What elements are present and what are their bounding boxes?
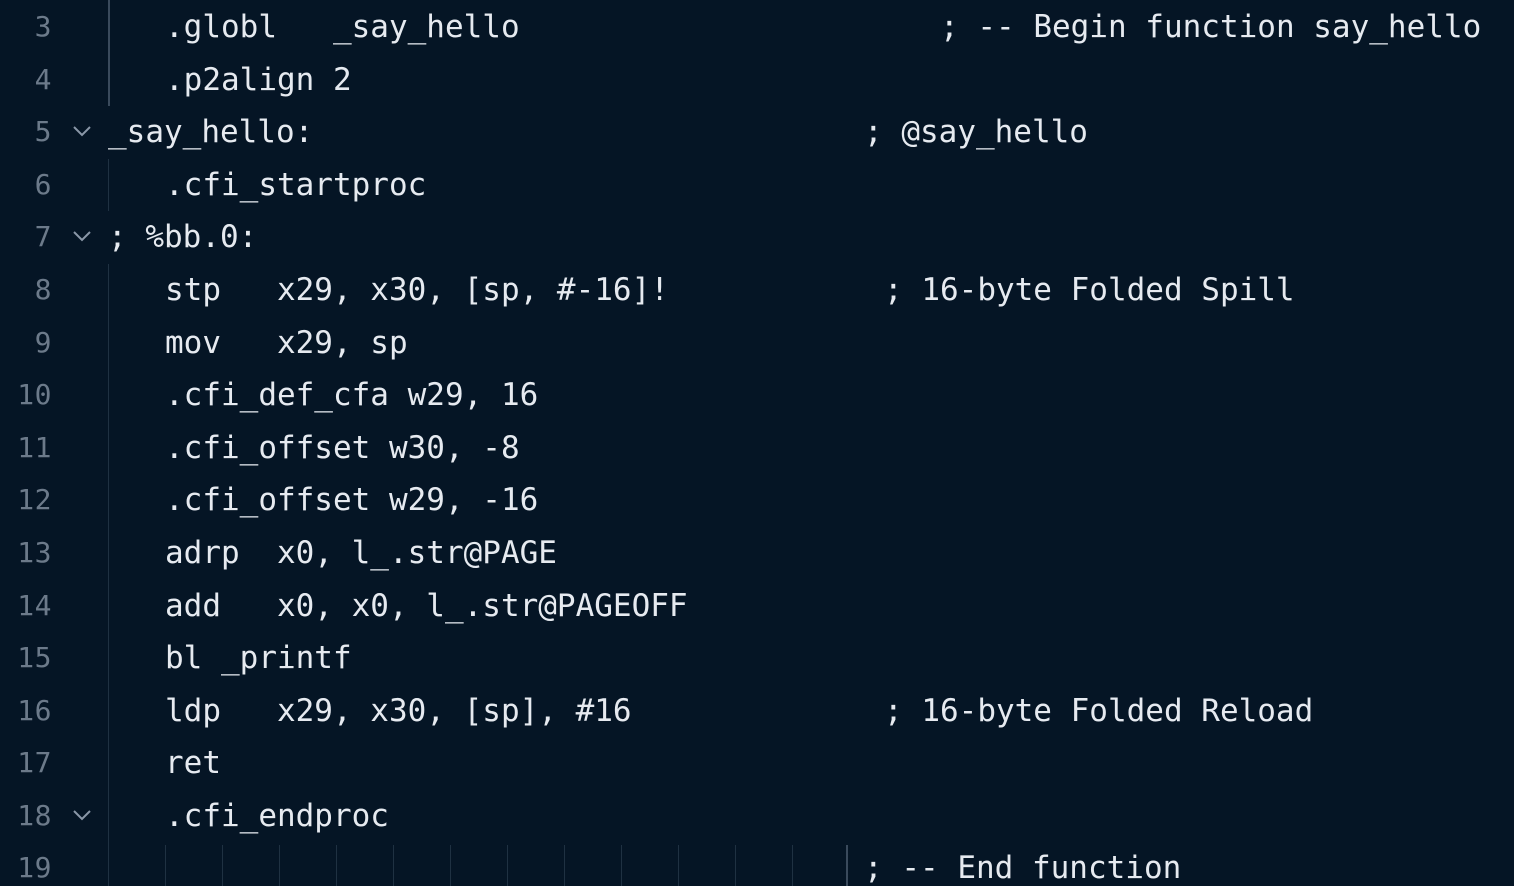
line-number: 17 bbox=[17, 746, 52, 779]
code-text: .cfi_endproc bbox=[165, 798, 389, 834]
code-text: .cfi_def_cfa w29, 16 bbox=[165, 377, 539, 413]
code-line[interactable]: 7 ; %bb.0: bbox=[0, 211, 1514, 263]
line-number: 6 bbox=[34, 168, 52, 201]
indent-guide bbox=[450, 845, 451, 886]
code-text: .p2align 2 bbox=[165, 62, 352, 98]
chevron-down-icon[interactable] bbox=[72, 229, 91, 243]
indent-guide bbox=[564, 845, 565, 886]
indent-guide bbox=[846, 845, 848, 886]
line-number: 5 bbox=[34, 115, 52, 148]
code-text: bl _printf bbox=[165, 640, 352, 676]
indent-guide bbox=[108, 0, 110, 106]
line-number: 19 bbox=[17, 851, 52, 884]
indent-guide bbox=[678, 845, 679, 886]
line-number: 11 bbox=[17, 431, 52, 464]
code-text: .cfi_startproc bbox=[165, 167, 427, 203]
code-line[interactable]: 6 .cfi_startproc bbox=[0, 159, 1514, 211]
indent-guide bbox=[621, 845, 622, 886]
code-line[interactable]: 18 .cfi_endproc bbox=[0, 790, 1514, 842]
indent-guide bbox=[108, 264, 109, 886]
line-number: 4 bbox=[34, 63, 52, 96]
indent-guide bbox=[507, 845, 508, 886]
line-number: 14 bbox=[17, 589, 52, 622]
code-editor[interactable]: 3 .globl _say_hello ; -- Begin function … bbox=[0, 0, 1514, 886]
code-text: ret bbox=[165, 745, 221, 781]
code-line[interactable]: 10 .cfi_def_cfa w29, 16 bbox=[0, 369, 1514, 421]
code-line[interactable]: 13 adrp x0, l_.str@PAGE bbox=[0, 527, 1514, 579]
indent-guide bbox=[108, 159, 109, 211]
indent-guide bbox=[222, 845, 223, 886]
chevron-down-icon[interactable] bbox=[72, 808, 91, 822]
indent-guide bbox=[279, 845, 280, 886]
code-comment: ; 16-byte Folded Reload bbox=[884, 693, 1314, 729]
code-text: mov x29, sp bbox=[165, 325, 408, 361]
code-text: ldp x29, x30, [sp], #16 bbox=[165, 693, 632, 729]
indent-guide bbox=[735, 845, 736, 886]
code-text: ; %bb.0: bbox=[108, 219, 258, 255]
line-number: 16 bbox=[17, 694, 52, 727]
line-number: 18 bbox=[17, 799, 52, 832]
code-comment: ; -- Begin function say_hello bbox=[940, 9, 1482, 45]
code-text: stp x29, x30, [sp, #-16]! bbox=[165, 272, 669, 308]
code-text: .globl _say_hello bbox=[165, 9, 520, 45]
code-line[interactable]: 17 ret bbox=[0, 737, 1514, 789]
code-line[interactable]: 8 stp x29, x30, [sp, #-16]! ; 16-byte Fo… bbox=[0, 264, 1514, 316]
indent-guide bbox=[165, 845, 166, 886]
code-comment: ; -- End function bbox=[864, 850, 1182, 886]
code-line[interactable]: 16 ldp x29, x30, [sp], #16 ; 16-byte Fol… bbox=[0, 685, 1514, 737]
line-number: 8 bbox=[34, 273, 52, 306]
line-number: 12 bbox=[17, 483, 52, 516]
code-line[interactable]: 4 .p2align 2 bbox=[0, 54, 1514, 106]
chevron-down-icon[interactable] bbox=[72, 124, 91, 138]
line-number: 10 bbox=[17, 378, 52, 411]
code-line[interactable]: 5 _say_hello: ; @say_hello bbox=[0, 106, 1514, 158]
indent-guide bbox=[336, 845, 337, 886]
code-text: .cfi_offset w30, -8 bbox=[165, 430, 520, 466]
code-text: adrp x0, l_.str@PAGE bbox=[165, 535, 557, 571]
code-comment: ; 16-byte Folded Spill bbox=[884, 272, 1295, 308]
code-line[interactable]: 14 add x0, x0, l_.str@PAGEOFF bbox=[0, 580, 1514, 632]
code-line[interactable]: 3 .globl _say_hello ; -- Begin function … bbox=[0, 1, 1514, 53]
line-number: 13 bbox=[17, 536, 52, 569]
code-text: add x0, x0, l_.str@PAGEOFF bbox=[165, 588, 688, 624]
line-number: 7 bbox=[34, 220, 52, 253]
code-line[interactable]: 15 bl _printf bbox=[0, 632, 1514, 684]
code-line[interactable]: 12 .cfi_offset w29, -16 bbox=[0, 474, 1514, 526]
indent-guide bbox=[792, 845, 793, 886]
line-number: 3 bbox=[34, 10, 52, 43]
line-number: 15 bbox=[17, 641, 52, 674]
code-line[interactable]: 11 .cfi_offset w30, -8 bbox=[0, 422, 1514, 474]
code-text: _say_hello: bbox=[108, 114, 314, 150]
indent-guide bbox=[393, 845, 394, 886]
line-number: 9 bbox=[34, 326, 52, 359]
code-line[interactable]: 19 ; -- End function bbox=[0, 842, 1514, 886]
code-text: .cfi_offset w29, -16 bbox=[165, 482, 539, 518]
code-comment: ; @say_hello bbox=[864, 114, 1088, 150]
code-line[interactable]: 9 mov x29, sp bbox=[0, 317, 1514, 369]
